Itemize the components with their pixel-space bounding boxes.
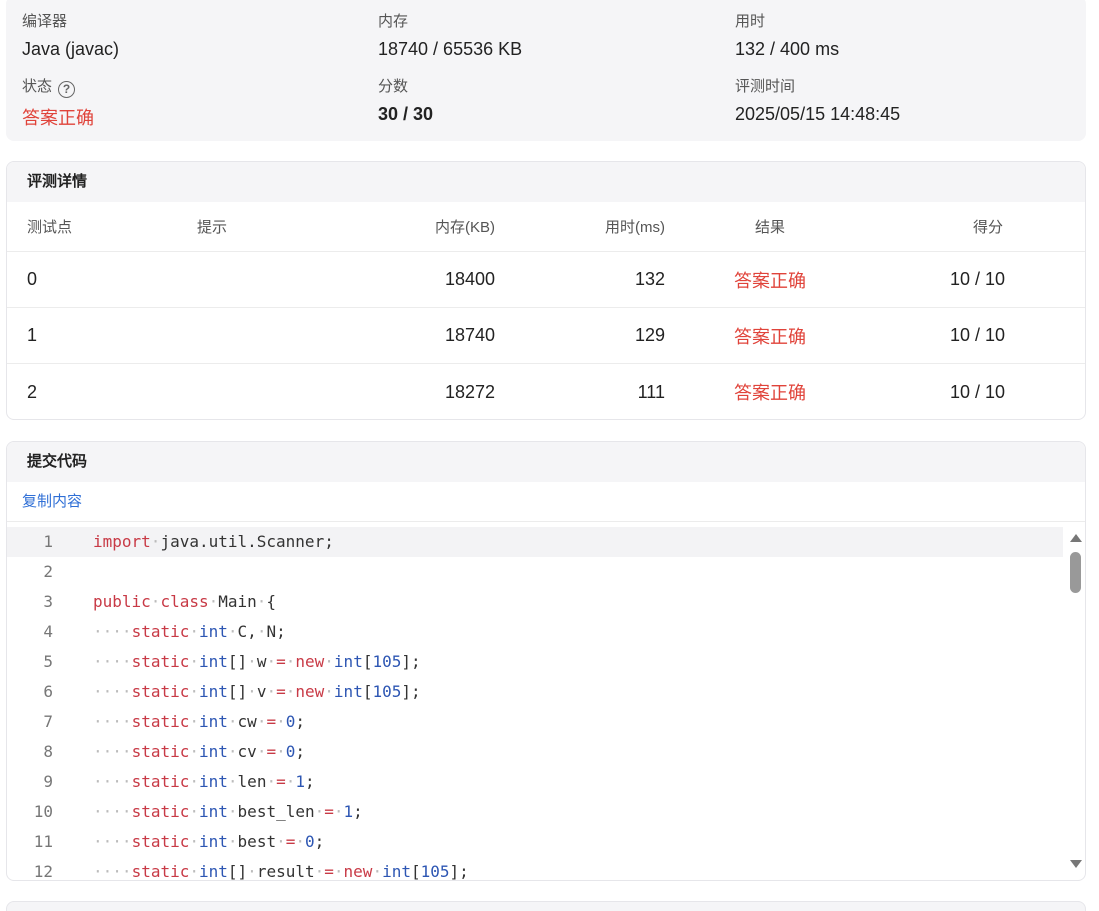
- row-test-point: 0: [27, 269, 38, 289]
- status-cell: 状态? 答案正确: [22, 75, 94, 130]
- line-number: 2: [43, 562, 53, 581]
- code-line: 10 ····static·int·best_len·=·1;: [7, 797, 1063, 827]
- submitted-code-title: 提交代码: [7, 442, 1085, 482]
- code-text: ····static·int[]·result·=·new·int[105];: [93, 862, 469, 880]
- code-line: 3 public·class·Main·{: [7, 587, 1063, 617]
- scroll-thumb[interactable]: [1070, 552, 1081, 593]
- code-line: 11 ····static·int·best·=·0;: [7, 827, 1063, 857]
- table-row: 2 18272 111 答案正确 10 / 10: [7, 364, 1085, 419]
- code-line: 2: [7, 557, 1063, 587]
- judge-time-value: 2025/05/15 14:48:45: [735, 104, 901, 124]
- copy-content-link[interactable]: 复制内容: [7, 482, 1085, 522]
- code-text: ····static·int[]·v·=·new·int[105];: [93, 682, 421, 701]
- line-number: 7: [43, 712, 53, 731]
- compiler-cell: 编译器 Java (javac): [22, 10, 119, 60]
- code-text: ····static·int·best_len·=·1;: [93, 802, 363, 821]
- judge-detail-card: 评测详情 测试点 提示 内存(KB) 用时(ms) 结果 得分 0 18400 …: [6, 161, 1086, 420]
- header-memory: 内存(KB): [434, 219, 495, 236]
- line-number: 10: [33, 802, 53, 821]
- code-text: public·class·Main·{: [93, 592, 277, 611]
- row-result: 答案正确: [734, 383, 806, 403]
- line-number: 9: [43, 772, 53, 791]
- row-result: 答案正确: [734, 270, 806, 291]
- memory-cell: 内存 18740 / 65536 KB: [378, 10, 522, 60]
- row-test-point: 1: [27, 325, 38, 345]
- code-scrollbar[interactable]: [1067, 522, 1083, 880]
- code-line: 6 ····static·int[]·v·=·new·int[105];: [7, 677, 1063, 707]
- header-time: 用时(ms): [605, 219, 665, 236]
- judge-time-label: 评测时间: [735, 78, 796, 95]
- code-text: ····static·int[]·w·=·new·int[105];: [93, 652, 421, 671]
- code-text: ····static·int·best·=·0;: [93, 832, 325, 851]
- code-editor[interactable]: 12 ····static·int[]·result·=·new·int[105]…: [7, 522, 1085, 880]
- line-number: 11: [33, 832, 53, 851]
- score-value: 30 / 30: [378, 104, 434, 124]
- line-number: 6: [43, 682, 53, 701]
- line-number: 1: [43, 532, 53, 551]
- row-test-point: 2: [27, 381, 38, 402]
- row-score: 10 / 10: [949, 381, 1005, 402]
- line-number: 5: [43, 652, 53, 671]
- line-number: 4: [43, 622, 53, 641]
- code-line: 1 import·java.util.Scanner;: [7, 527, 1063, 557]
- status-label-row: 状态?: [22, 75, 94, 98]
- row-memory: 18400: [444, 269, 495, 289]
- row-time: 129: [634, 325, 665, 345]
- scroll-up-icon[interactable]: [1070, 534, 1082, 542]
- row-time: 132: [634, 269, 665, 289]
- memory-value: 18740 / 65536 KB: [378, 39, 523, 59]
- row-memory: 18740: [444, 325, 495, 345]
- time-value: 132 / 400 ms: [735, 39, 840, 59]
- submitted-code-card: 提交代码 复制内容 12 ····static·int[]·result·=·ne…: [6, 441, 1086, 881]
- status-label: 状态: [22, 78, 53, 95]
- code-line: 5 ····static·int[]·w·=·new·int[105];: [7, 647, 1063, 677]
- judge-table-header: 测试点 提示 内存(KB) 用时(ms) 结果 得分: [7, 202, 1085, 252]
- compiler-value: Java (javac): [22, 39, 120, 59]
- code-line: 4 ····static·int·C,·N;: [7, 617, 1063, 647]
- code-line: 9 ····static·int·len·=·1;: [7, 767, 1063, 797]
- line-number: 8: [43, 742, 53, 761]
- memory-label: 内存: [378, 13, 409, 30]
- code-line: 12 ····static·int[]·result·=·new·int[105]…: [7, 857, 1063, 880]
- line-number: 12: [33, 862, 53, 880]
- score-cell: 分数 30 / 30: [378, 75, 433, 125]
- row-score: 10 / 10: [949, 269, 1005, 289]
- next-card-edge: [6, 901, 1086, 911]
- time-label: 用时: [735, 13, 766, 30]
- header-result: 结果: [754, 219, 785, 236]
- help-icon[interactable]: ?: [58, 81, 76, 98]
- score-label: 分数: [378, 78, 409, 95]
- line-number: 3: [43, 592, 53, 611]
- time-cell: 用时 132 / 400 ms: [735, 10, 839, 60]
- table-row: 0 18400 132 答案正确 10 / 10: [7, 252, 1085, 308]
- code-text: ····static·int·len·=·1;: [93, 772, 315, 791]
- row-memory: 18272: [444, 381, 495, 402]
- code-text: ····static·int·C,·N;: [93, 622, 286, 641]
- code-line: 8 ····static·int·cv·=·0;: [7, 737, 1063, 767]
- code-text: ····static·int·cw·=·0;: [93, 712, 306, 731]
- table-row: 1 18740 129 答案正确 10 / 10: [7, 308, 1085, 364]
- row-result: 答案正确: [734, 326, 806, 347]
- header-test-point: 测试点: [27, 219, 73, 236]
- submission-summary: 编译器 Java (javac) 内存 18740 / 65536 KB 用时 …: [6, 0, 1086, 141]
- header-hint: 提示: [197, 219, 228, 236]
- status-value: 答案正确: [22, 108, 94, 128]
- row-score: 10 / 10: [949, 325, 1005, 345]
- compiler-label: 编译器: [22, 13, 68, 30]
- judge-detail-title: 评测详情: [7, 162, 1085, 202]
- judge-time-cell: 评测时间 2025/05/15 14:48:45: [735, 75, 900, 125]
- row-time: 111: [637, 381, 665, 402]
- header-score: 得分: [972, 219, 1003, 236]
- scroll-down-icon[interactable]: [1070, 860, 1082, 868]
- code-line: 7 ····static·int·cw·=·0;: [7, 707, 1063, 737]
- code-text: ····static·int·cv·=·0;: [93, 742, 306, 761]
- code-text: import·java.util.Scanner;: [93, 532, 334, 551]
